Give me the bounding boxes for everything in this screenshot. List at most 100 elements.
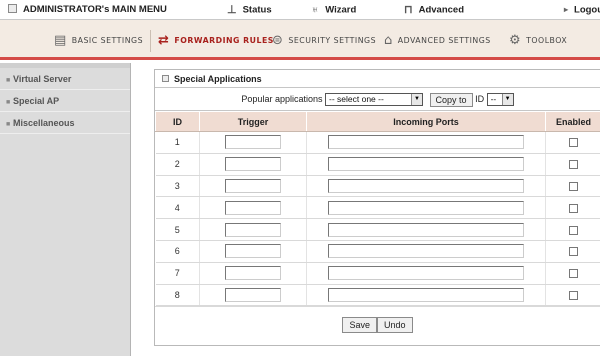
trigger-input[interactable] bbox=[225, 157, 281, 172]
status-menu[interactable]: ⊥ Status bbox=[227, 0, 272, 20]
table-row: 8 bbox=[155, 284, 600, 307]
bullet-icon: ■ bbox=[6, 121, 11, 128]
tab-basic-settings[interactable]: ▤ BASIC SETTINGS bbox=[54, 32, 143, 50]
form-actions: Save Undo bbox=[155, 306, 600, 340]
sidebar-item-virtual-server[interactable]: ■ Virtual Server bbox=[0, 68, 130, 90]
table-row: 7 bbox=[155, 262, 600, 285]
copy-to-button[interactable]: Copy to bbox=[429, 92, 473, 107]
status-icon: ⊥ bbox=[227, 4, 237, 16]
sidebar-item-special-ap[interactable]: ■ Special AP bbox=[0, 90, 130, 112]
enabled-checkbox[interactable] bbox=[569, 138, 579, 148]
chevron-down-icon: ▼ bbox=[501, 94, 513, 106]
sidebar-item-label: Special AP bbox=[13, 96, 60, 106]
tab-forwarding-rules[interactable]: ⇄ FORWARDING RULES bbox=[158, 32, 274, 50]
special-applications-panel: Special Applications Popular application… bbox=[154, 69, 600, 346]
tab-security-settings[interactable]: ⊜ SECURITY SETTINGS bbox=[272, 32, 376, 50]
trigger-input[interactable] bbox=[225, 222, 281, 237]
toolbox-icon: ⚙ bbox=[509, 33, 522, 48]
top-menu-bar: ADMINISTRATOR's MAIN MENU ⊥ Status ♅ Wizar… bbox=[0, 0, 600, 20]
incoming-ports-input[interactable] bbox=[328, 157, 524, 172]
column-header-id: ID bbox=[155, 111, 200, 132]
tab-forwarding-rules-label: FORWARDING RULES bbox=[174, 36, 274, 45]
column-header-incoming-ports: Incoming Ports bbox=[306, 111, 546, 132]
special-applications-table: ID Trigger Incoming Ports Enabled 1 2 3 bbox=[155, 111, 600, 307]
enabled-checkbox[interactable] bbox=[569, 160, 579, 170]
tab-basic-settings-label: BASIC SETTINGS bbox=[71, 36, 144, 45]
id-select[interactable]: -- ▼ bbox=[486, 93, 514, 107]
enabled-checkbox[interactable] bbox=[569, 182, 579, 192]
tab-advanced-settings-label: ADVANCED SETTINGS bbox=[397, 36, 491, 45]
trigger-input[interactable] bbox=[225, 200, 281, 215]
menu-box-icon bbox=[8, 3, 17, 13]
incoming-ports-input[interactable] bbox=[328, 244, 524, 259]
id-label: ID bbox=[475, 94, 485, 104]
enabled-checkbox[interactable] bbox=[569, 269, 579, 279]
popular-applications-label: Popular applications bbox=[241, 94, 323, 104]
incoming-ports-input[interactable] bbox=[328, 266, 524, 281]
enabled-checkbox[interactable] bbox=[569, 225, 579, 235]
popular-select-value: -- select one -- bbox=[329, 94, 384, 105]
forward-arrows-icon: ⇄ bbox=[158, 33, 170, 48]
chevron-down-icon: ▼ bbox=[411, 94, 422, 106]
trigger-input[interactable] bbox=[225, 135, 281, 150]
row-id: 7 bbox=[155, 262, 200, 285]
row-id: 3 bbox=[155, 175, 200, 198]
incoming-ports-input[interactable] bbox=[328, 287, 524, 302]
incoming-ports-input[interactable] bbox=[328, 135, 524, 150]
advanced-icon: ⌂ bbox=[384, 33, 393, 48]
table-row: 3 bbox=[155, 175, 600, 198]
id-select-value: -- bbox=[490, 94, 497, 105]
wizard-menu[interactable]: ♅ Wizard bbox=[311, 0, 356, 20]
row-id: 6 bbox=[155, 240, 200, 263]
advanced-menu-icon: ⊓ bbox=[404, 4, 413, 16]
table-row: 6 bbox=[155, 240, 600, 263]
popular-applications-row: Popular applications -- select one -- ▼ C… bbox=[155, 88, 600, 111]
enabled-checkbox[interactable] bbox=[569, 247, 579, 257]
wizard-menu-label: Wizard bbox=[325, 4, 357, 16]
admin-main-menu[interactable]: ADMINISTRATOR's MAIN MENU bbox=[8, 0, 167, 20]
logout-link[interactable]: ▸ Logout bbox=[564, 0, 600, 20]
enabled-checkbox[interactable] bbox=[569, 203, 579, 213]
panel-box-icon bbox=[162, 75, 169, 83]
tab-bar: ▤ BASIC SETTINGS ⇄ FORWARDING RULES ⊜ SECUR… bbox=[0, 20, 600, 60]
tab-toolbox[interactable]: ⚙ TOOLBOX bbox=[509, 32, 567, 50]
table-row: 5 bbox=[155, 218, 600, 241]
panel-title: Special Applications bbox=[174, 74, 262, 84]
sidebar-item-label: Miscellaneous bbox=[13, 118, 75, 128]
table-row: 4 bbox=[155, 196, 600, 220]
tab-divider bbox=[150, 30, 151, 52]
tab-toolbox-label: TOOLBOX bbox=[526, 36, 568, 45]
sidebar-item-miscellaneous[interactable]: ■ Miscellaneous bbox=[0, 112, 130, 134]
row-id: 5 bbox=[155, 218, 200, 241]
table-header-row: ID Trigger Incoming Ports Enabled bbox=[155, 111, 600, 132]
wizard-wand-icon: ♅ bbox=[311, 4, 320, 16]
row-id: 2 bbox=[155, 153, 200, 176]
trigger-input[interactable] bbox=[225, 287, 281, 302]
shield-icon: ⊜ bbox=[272, 33, 284, 48]
bullet-icon: ■ bbox=[6, 77, 11, 84]
advanced-menu[interactable]: ⊓ Advanced bbox=[404, 0, 464, 20]
tab-advanced-settings[interactable]: ⌂ ADVANCED SETTINGS bbox=[384, 32, 491, 50]
row-id: 8 bbox=[155, 284, 200, 307]
table-row: 1 bbox=[155, 131, 600, 154]
trigger-input[interactable] bbox=[225, 178, 281, 193]
incoming-ports-input[interactable] bbox=[328, 178, 524, 193]
bullet-icon: ■ bbox=[6, 99, 11, 106]
incoming-ports-input[interactable] bbox=[328, 222, 524, 237]
arrow-right-icon: ▸ bbox=[564, 5, 569, 14]
row-id: 1 bbox=[155, 131, 200, 154]
table-row: 2 bbox=[155, 153, 600, 176]
enabled-checkbox[interactable] bbox=[569, 291, 579, 301]
tab-security-settings-label: SECURITY SETTINGS bbox=[288, 36, 377, 45]
popular-applications-select[interactable]: -- select one -- ▼ bbox=[325, 93, 423, 107]
trigger-input[interactable] bbox=[225, 266, 281, 281]
admin-main-menu-label: ADMINISTRATOR's MAIN MENU bbox=[23, 4, 167, 15]
trigger-input[interactable] bbox=[225, 244, 281, 259]
incoming-ports-input[interactable] bbox=[328, 200, 524, 215]
sidebar-item-label: Virtual Server bbox=[13, 74, 72, 84]
column-header-trigger: Trigger bbox=[199, 111, 307, 132]
logout-label: Logout bbox=[574, 4, 600, 16]
save-button[interactable]: Save bbox=[342, 317, 377, 333]
undo-button[interactable]: Undo bbox=[377, 317, 413, 333]
panel-header: Special Applications bbox=[155, 70, 600, 88]
